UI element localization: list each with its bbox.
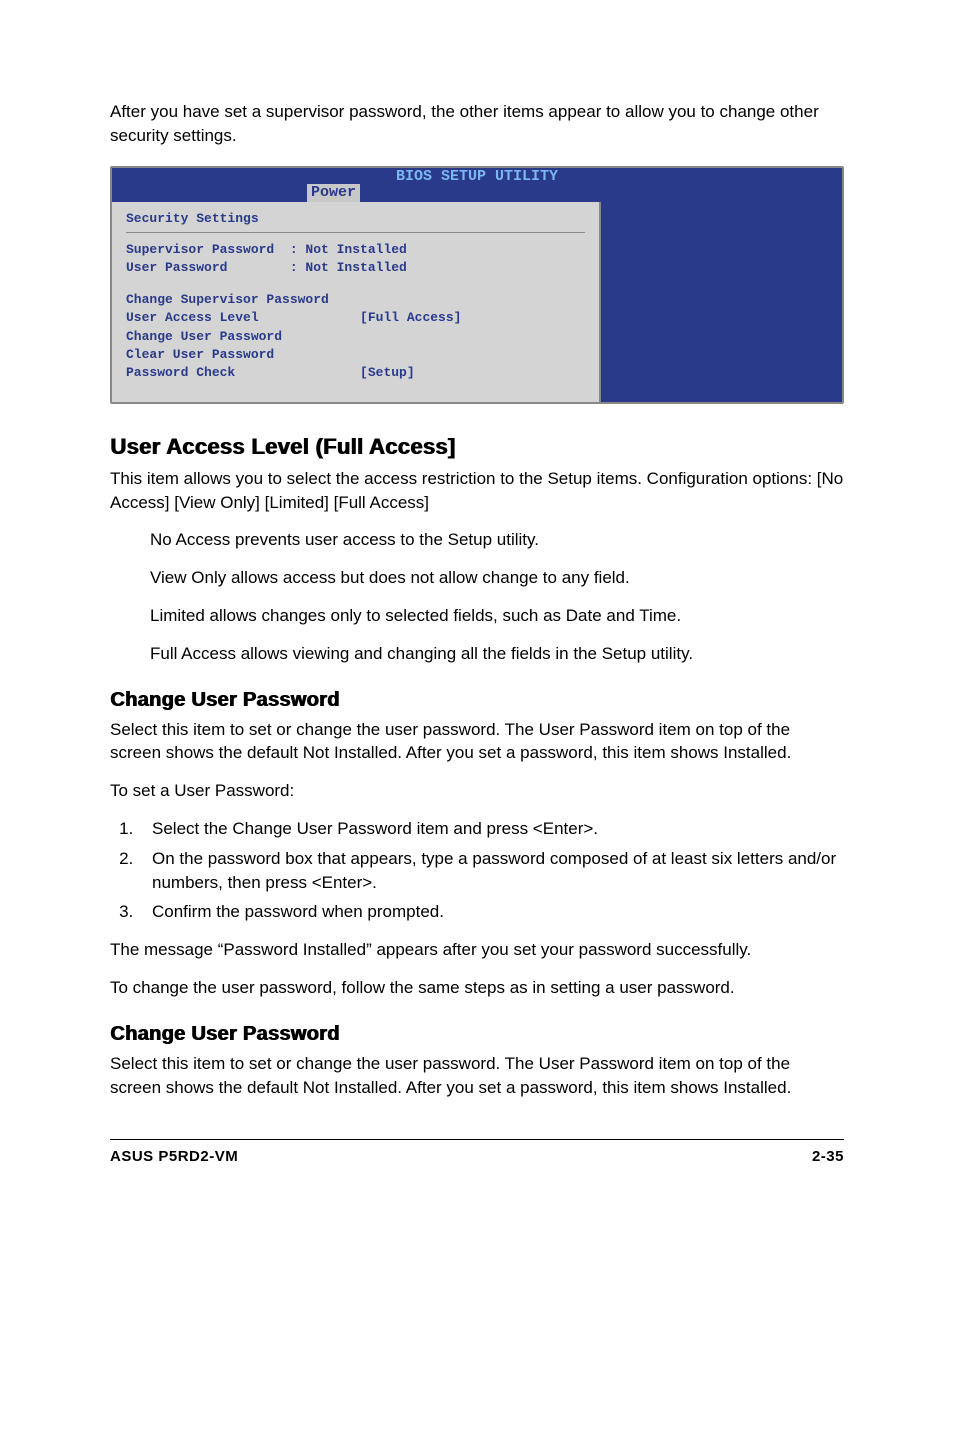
heading-change-user-password-1: Change User Password <box>110 686 844 714</box>
bios-line-clear-user: Clear User Password <box>126 346 585 364</box>
bios-screenshot: BIOS SETUP UTILITY Power Security Settin… <box>110 166 844 405</box>
cup1-p2: To set a User Password: <box>110 779 844 803</box>
page-footer: ASUS P5RD2-VM 2-35 <box>110 1139 844 1167</box>
cup1-p4: To change the user password, follow the … <box>110 976 844 1000</box>
bios-line-change-user: Change User Password <box>126 328 585 346</box>
bios-line-supervisor: Supervisor Password : Not Installed <box>126 241 585 259</box>
footer-right: 2-35 <box>812 1146 844 1167</box>
ual-view-only: View Only allows access but does not all… <box>150 566 844 590</box>
cup1-step-2: On the password box that appears, type a… <box>138 847 844 895</box>
cup1-p3: The message “Password Installed” appears… <box>110 938 844 962</box>
bios-panel-right <box>601 202 842 403</box>
heading-user-access-level: User Access Level (Full Access] <box>110 432 844 463</box>
ual-options-list: No Access prevents user access to the Se… <box>150 528 844 665</box>
bios-security-heading: Security Settings <box>126 210 585 228</box>
bios-line-access-level: User Access Level [Full Access] <box>126 309 585 327</box>
cup1-step-3: Confirm the password when prompted. <box>138 900 844 924</box>
bios-header: BIOS SETUP UTILITY Power <box>112 168 842 202</box>
cup1-p1: Select this item to set or change the us… <box>110 718 844 766</box>
cup1-step-1: Select the Change User Password item and… <box>138 817 844 841</box>
bios-line-user: User Password : Not Installed <box>126 259 585 277</box>
bios-tab-power: Power <box>307 184 360 202</box>
ual-no-access: No Access prevents user access to the Se… <box>150 528 844 552</box>
cup2-p1: Select this item to set or change the us… <box>110 1052 844 1100</box>
ual-limited: Limited allows changes only to selected … <box>150 604 844 628</box>
cup1-steps: Select the Change User Password item and… <box>138 817 844 924</box>
ual-full-access: Full Access allows viewing and changing … <box>150 642 844 666</box>
footer-left: ASUS P5RD2-VM <box>110 1146 238 1167</box>
bios-title: BIOS SETUP UTILITY <box>112 168 842 186</box>
bios-line-change-supervisor: Change Supervisor Password <box>126 291 585 309</box>
bios-line-password-check: Password Check [Setup] <box>126 364 585 382</box>
intro-paragraph: After you have set a supervisor password… <box>110 100 844 148</box>
bios-panel-left: Security Settings Supervisor Password : … <box>112 202 601 403</box>
bios-divider <box>126 232 585 233</box>
heading-change-user-password-2: Change User Password <box>110 1020 844 1048</box>
ual-description: This item allows you to select the acces… <box>110 467 844 515</box>
